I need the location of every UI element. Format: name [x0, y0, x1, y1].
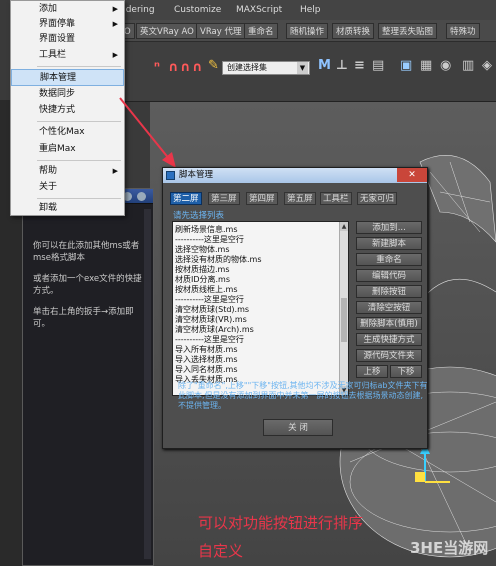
- list-item[interactable]: ----------这里是空行: [175, 235, 244, 244]
- list-item[interactable]: 选择没有材质的物体.ms: [175, 255, 262, 264]
- list-item[interactable]: 清空材质球(VR).ms: [175, 315, 247, 324]
- list-item[interactable]: 材质ID分离.ms: [175, 275, 230, 284]
- move-down-button[interactable]: 下移: [390, 365, 422, 378]
- list-item[interactable]: 按材质描边.ms: [175, 265, 230, 274]
- rename-button[interactable]: 重命名: [356, 253, 422, 266]
- list-item[interactable]: 刷新场景信息.ms: [175, 225, 238, 234]
- script-listbox[interactable]: 刷新场景信息.ms ----------这里是空行 选择空物体.ms 选择没有材…: [172, 221, 349, 396]
- source-folder-button[interactable]: 源代码文件夹: [356, 349, 422, 362]
- tab-screen-2[interactable]: 第二屏: [170, 192, 202, 205]
- list-item[interactable]: 清空材质球(Arch).ms: [175, 325, 254, 334]
- dialog-note: 除了"重命名",上移""下移"按钮,其他均不涉及无家可归标ab文件夹下有此脚本,…: [178, 381, 428, 410]
- tab-toolbar[interactable]: 工具栏: [320, 192, 352, 205]
- dialog-titlebar[interactable]: 脚本管理 ✕: [163, 168, 427, 183]
- move-up-button[interactable]: 上移: [356, 365, 388, 378]
- scroll-thumb[interactable]: [341, 298, 347, 342]
- list-item[interactable]: ----------这里是空行: [175, 295, 244, 304]
- list-item[interactable]: 选择空物体.ms: [175, 245, 230, 254]
- close-button[interactable]: 关 闭: [263, 419, 333, 436]
- annotation-caption: 可以对功能按钮进行排序: [198, 514, 364, 532]
- close-icon[interactable]: ✕: [397, 168, 427, 182]
- list-item[interactable]: 清空材质球(Std).ms: [175, 305, 249, 314]
- scroll-up-icon[interactable]: ▲: [340, 222, 348, 231]
- screenshot: ndering Customize MAXScript Help O 英文VRa…: [0, 0, 496, 566]
- edit-code-button[interactable]: 编辑代码: [356, 269, 422, 282]
- new-script-button[interactable]: 新建脚本: [356, 237, 422, 250]
- create-shortcut-button[interactable]: 生成快捷方式: [356, 333, 422, 346]
- tab-screen-3[interactable]: 第三屏: [208, 192, 240, 205]
- tab-homeless[interactable]: 无家可归: [357, 192, 398, 205]
- watermark-logo: 3HE当游网: [410, 539, 489, 557]
- list-item[interactable]: 按材质线框上.ms: [175, 285, 238, 294]
- list-label: 请先选择列表: [173, 211, 225, 221]
- list-item[interactable]: 导入选择材质.ms: [175, 355, 238, 364]
- delete-button-button[interactable]: 删除按钮: [356, 285, 422, 298]
- annotation-caption-2: 自定义: [198, 542, 244, 560]
- list-item[interactable]: 导入同名材质.ms: [175, 365, 238, 374]
- tab-screen-5[interactable]: 第五屏: [284, 192, 316, 205]
- dialog-title: 脚本管理: [179, 170, 214, 180]
- app-icon: [166, 171, 175, 180]
- list-item[interactable]: 导入所有材质.ms: [175, 345, 238, 354]
- list-item[interactable]: ----------这里是空行: [175, 335, 244, 344]
- clear-empty-button[interactable]: 清除空按钮: [356, 301, 422, 314]
- script-manager-dialog: 脚本管理 ✕ 第二屏 第三屏 第四屏 第五屏 工具栏 无家可归 请先选择列表 刷…: [162, 167, 428, 449]
- tab-screen-4[interactable]: 第四屏: [246, 192, 278, 205]
- listbox-scrollbar[interactable]: ▲ ▼: [339, 222, 348, 395]
- add-to-button[interactable]: 添加到...: [356, 221, 422, 234]
- delete-script-button[interactable]: 删除脚本(慎用): [356, 317, 422, 330]
